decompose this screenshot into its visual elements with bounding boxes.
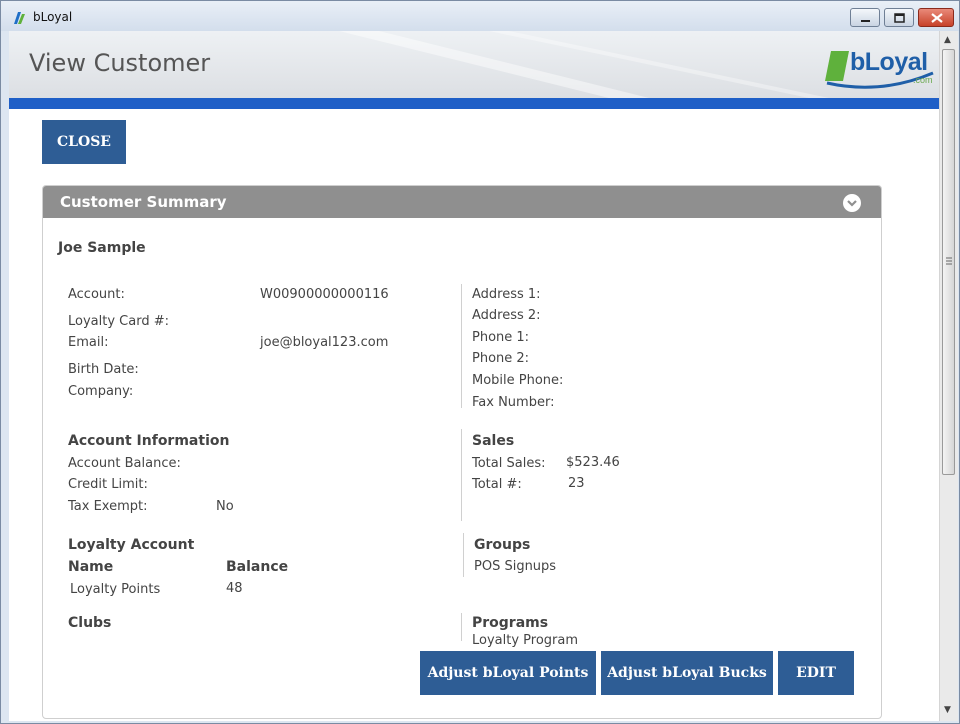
close-icon: [931, 13, 943, 23]
close-button[interactable]: CLOSE: [42, 120, 126, 164]
clubs-heading: Clubs: [68, 615, 112, 631]
panel-title: Customer Summary: [60, 193, 227, 211]
total-count-label: Total #:: [472, 477, 522, 492]
field-label-mobile: Mobile Phone:: [472, 373, 564, 388]
maximize-icon: [894, 13, 905, 23]
app-window: bLoyal View Customer bLoyal .com CLOSE C…: [0, 0, 960, 724]
field-value-email: joe@bloyal123.com: [260, 335, 389, 350]
vertical-scrollbar[interactable]: ▲ ▼: [939, 31, 958, 721]
sales-heading: Sales: [472, 433, 515, 449]
field-label-address1: Address 1:: [472, 287, 541, 302]
loyalty-row-name: Loyalty Points: [70, 582, 161, 597]
programs-heading: Programs: [472, 615, 549, 631]
total-count-value: 23: [568, 476, 585, 491]
loyalty-account-heading: Loyalty Account: [68, 537, 195, 553]
customer-name: Joe Sample: [58, 240, 146, 256]
groups-heading: Groups: [474, 537, 531, 553]
chevron-down-icon[interactable]: [843, 194, 861, 212]
column-divider: [461, 613, 462, 641]
tax-exempt-value: No: [216, 499, 234, 514]
column-divider: [461, 429, 462, 521]
field-label-company: Company:: [68, 384, 134, 399]
maximize-button[interactable]: [884, 8, 914, 27]
account-balance-label: Account Balance:: [68, 456, 181, 471]
window-close-button[interactable]: [918, 8, 954, 27]
minimize-icon: [861, 20, 870, 22]
grip-icon: [946, 257, 952, 265]
loyalty-col-name: Name: [68, 559, 114, 575]
credit-limit-label: Credit Limit:: [68, 477, 148, 492]
bloyal-app-icon: [14, 12, 25, 24]
customer-summary-panel: Customer Summary Joe Sample Account: W00…: [42, 185, 882, 719]
field-label-phone2: Phone 2:: [472, 351, 530, 366]
logo-suffix: .com: [913, 75, 933, 85]
field-label-address2: Address 2:: [472, 308, 541, 323]
title-bar[interactable]: bLoyal: [1, 1, 959, 31]
adjust-bucks-button[interactable]: Adjust bLoyal Bucks: [601, 651, 773, 695]
total-sales-label: Total Sales:: [472, 456, 546, 471]
programs-value: Loyalty Program: [472, 633, 579, 648]
account-info-heading: Account Information: [68, 433, 230, 449]
field-label-fax: Fax Number:: [472, 395, 555, 410]
edit-button[interactable]: EDIT: [778, 651, 854, 695]
scroll-down-icon[interactable]: ▼: [944, 705, 951, 715]
field-label-account: Account:: [68, 287, 125, 302]
scroll-up-icon[interactable]: ▲: [944, 35, 951, 45]
loyalty-row-balance: 48: [226, 581, 243, 596]
field-label-email: Email:: [68, 335, 109, 350]
page-content: View Customer bLoyal .com CLOSE Customer…: [9, 31, 939, 721]
field-label-phone1: Phone 1:: [472, 330, 530, 345]
logo-text: bLoyal: [850, 48, 928, 76]
loyalty-col-balance: Balance: [226, 559, 289, 575]
field-value-account: W00900000000116: [260, 287, 389, 302]
panel-header[interactable]: Customer Summary: [43, 186, 881, 218]
page-header: View Customer bLoyal .com: [9, 31, 939, 98]
field-label-loyalty-card: Loyalty Card #:: [68, 314, 169, 329]
window-title: bLoyal: [33, 10, 73, 24]
column-divider: [461, 284, 462, 408]
tax-exempt-label: Tax Exempt:: [68, 499, 148, 514]
scrollbar-thumb[interactable]: [942, 49, 955, 475]
page-title: View Customer: [29, 49, 211, 77]
adjust-points-button[interactable]: Adjust bLoyal Points: [420, 651, 596, 695]
header-accent-bar: [9, 98, 939, 109]
total-sales-value: $523.46: [566, 455, 620, 470]
minimize-button[interactable]: [850, 8, 880, 27]
groups-value: POS Signups: [474, 559, 557, 574]
column-divider: [463, 533, 464, 577]
field-label-birth-date: Birth Date:: [68, 362, 139, 377]
